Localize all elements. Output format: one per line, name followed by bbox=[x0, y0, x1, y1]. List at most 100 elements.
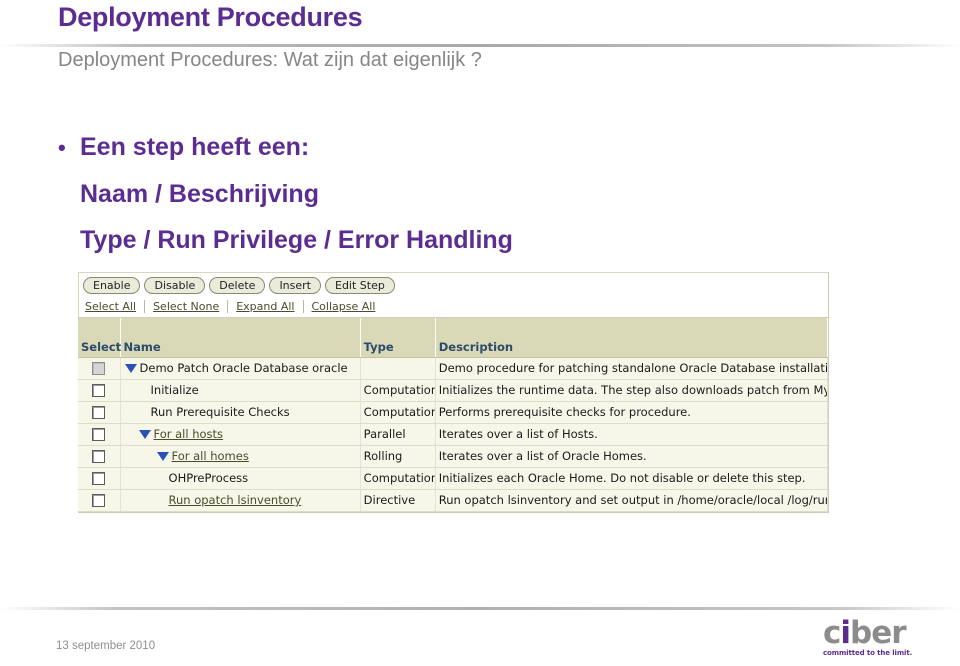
cell-name: Initialize bbox=[120, 379, 361, 402]
cell-select bbox=[78, 423, 121, 446]
cell-description: Iterates over a list of Hosts. bbox=[435, 423, 829, 446]
bullet-list: • Een step heeft een: Naam / Beschrijvin… bbox=[58, 124, 513, 263]
description-text: Iterates over a list of Hosts. bbox=[438, 427, 598, 441]
cell-type: Computational bbox=[360, 401, 436, 424]
enable-button[interactable]: Enable bbox=[83, 276, 141, 294]
name-cell-content: Demo Patch Oracle Database oracle bbox=[124, 361, 357, 375]
table-row: Run Prerequisite Checks ComputationalPerf… bbox=[78, 401, 829, 424]
cell-name: Demo Patch Oracle Database oracle bbox=[120, 357, 361, 380]
bullet-text: Een step heeft een: bbox=[80, 133, 310, 161]
cell-select bbox=[78, 401, 121, 424]
step-name-label: Initialize bbox=[150, 383, 199, 397]
logo-part-c: c bbox=[823, 615, 841, 651]
row-checkbox[interactable] bbox=[92, 494, 106, 507]
column-header-description[interactable]: Description bbox=[435, 318, 829, 358]
step-name-label: OHPreProcess bbox=[168, 471, 249, 485]
row-checkbox bbox=[92, 362, 106, 375]
name-cell-content: Run opatch lsinventory bbox=[124, 493, 357, 507]
cell-select bbox=[78, 467, 121, 490]
name-cell-content: For all homes bbox=[124, 449, 357, 463]
delete-button[interactable]: Delete bbox=[209, 276, 266, 294]
bullet-text: Type / Run Privilege / Error Handling bbox=[80, 226, 513, 254]
cell-description: Initializes each Oracle Home. Do not dis… bbox=[435, 467, 829, 490]
page-subtitle: Deployment Procedures: Wat zijn dat eige… bbox=[58, 49, 482, 71]
oem-screenshot-image: Enable Disable Delete Insert Edit Step S… bbox=[78, 272, 829, 513]
cell-name: Run opatch lsinventory bbox=[120, 489, 361, 512]
step-name-label: Run Prerequisite Checks bbox=[150, 405, 290, 419]
cell-name: OHPreProcess bbox=[120, 467, 361, 490]
list-item: • Een step heeft een: bbox=[58, 124, 513, 171]
table-row: For all hosts Parallel Iterates over a lis… bbox=[78, 423, 829, 446]
cell-name: Run Prerequisite Checks bbox=[120, 401, 361, 424]
logo-wordmark: ciber bbox=[823, 615, 933, 651]
cell-name: For all homes bbox=[120, 445, 361, 468]
table-row: For all homes Rolling Iterates over a list… bbox=[78, 445, 829, 468]
cell-type: Computational bbox=[360, 467, 436, 490]
logo-tagline: committed to the limit. bbox=[823, 649, 913, 657]
name-cell-content: Run Prerequisite Checks bbox=[124, 405, 357, 419]
column-header-type[interactable]: Type bbox=[360, 318, 436, 358]
list-item: Type / Run Privilege / Error Handling bbox=[58, 217, 513, 263]
row-checkbox[interactable] bbox=[92, 384, 106, 397]
bullet-text: Naam / Beschrijving bbox=[80, 180, 319, 208]
edit-step-button[interactable]: Edit Step bbox=[325, 276, 395, 294]
triangle-down-icon[interactable] bbox=[124, 363, 137, 373]
cell-select bbox=[78, 445, 121, 468]
row-checkbox[interactable] bbox=[92, 450, 106, 463]
bullet-dot-icon: • bbox=[58, 135, 66, 160]
oem-toolbar: Enable Disable Delete Insert Edit Step bbox=[78, 272, 828, 296]
disable-button[interactable]: Disable bbox=[144, 276, 206, 294]
table-body: Demo Patch Oracle Database oracle Demo pr… bbox=[78, 357, 829, 512]
expand-all-link[interactable]: Expand All bbox=[228, 300, 302, 313]
procedure-steps-table: Select Name Type Description Demo Patch … bbox=[78, 318, 829, 512]
cell-description: Demo procedure for patching standalone O… bbox=[435, 357, 829, 380]
list-item: Naam / Beschrijving bbox=[58, 171, 513, 217]
footer-date: 13 september 2010 bbox=[56, 640, 156, 652]
row-checkbox[interactable] bbox=[92, 406, 106, 419]
name-cell-content: OHPreProcess bbox=[124, 471, 357, 485]
step-name-label: Demo Patch Oracle Database oracle bbox=[139, 361, 348, 375]
row-checkbox[interactable] bbox=[92, 428, 106, 441]
cell-description: Initializes the runtime data. The step a… bbox=[435, 379, 829, 402]
column-header-name[interactable]: Name bbox=[120, 318, 361, 358]
cell-name: For all hosts bbox=[120, 423, 361, 446]
insert-button[interactable]: Insert bbox=[269, 276, 321, 294]
triangle-down-icon[interactable] bbox=[156, 451, 169, 461]
step-name-link[interactable]: For all hosts bbox=[154, 427, 224, 441]
cell-description: Run opatch lsinventory and set output in… bbox=[435, 489, 829, 512]
description-text: Performs prerequisite checks for procedu… bbox=[438, 405, 691, 419]
name-cell-content: Initialize bbox=[124, 383, 357, 397]
logo-part-i: i bbox=[840, 615, 851, 651]
footer-divider bbox=[0, 607, 960, 610]
row-checkbox[interactable] bbox=[92, 472, 106, 485]
cell-select bbox=[78, 489, 121, 512]
collapse-all-link[interactable]: Collapse All bbox=[304, 300, 384, 313]
triangle-down-icon[interactable] bbox=[138, 429, 151, 439]
logo-part-ber: ber bbox=[850, 615, 907, 651]
description-text: Iterates over a list of Oracle Homes. bbox=[438, 449, 647, 463]
table-row: Initialize ComputationalInitializes the r… bbox=[78, 379, 829, 402]
description-text: Initializes each Oracle Home. Do not dis… bbox=[438, 471, 806, 485]
cell-type: Rolling bbox=[360, 445, 436, 468]
table-row: Demo Patch Oracle Database oracle Demo pr… bbox=[78, 357, 829, 380]
step-name-link[interactable]: Run opatch lsinventory bbox=[169, 493, 302, 507]
table-row: Run opatch lsinventory Directive Run opatc… bbox=[78, 489, 829, 512]
page-title: Deployment Procedures bbox=[58, 2, 363, 32]
step-name-link[interactable]: For all homes bbox=[172, 449, 249, 463]
column-header-select[interactable]: Select bbox=[78, 318, 121, 358]
cell-select bbox=[78, 357, 121, 380]
ciber-logo: ciber committed to the limit. bbox=[823, 615, 933, 658]
cell-type: Parallel bbox=[360, 423, 436, 446]
description-text: Initializes the runtime data. The step a… bbox=[438, 383, 827, 397]
cell-select bbox=[78, 379, 121, 402]
select-all-link[interactable]: Select All bbox=[83, 300, 144, 313]
oem-selection-links: Select All Select None Expand All Collap… bbox=[78, 296, 828, 318]
table-row: OHPreProcess ComputationalInitializes eac… bbox=[78, 467, 829, 490]
cell-type bbox=[360, 357, 436, 380]
cell-description: Iterates over a list of Oracle Homes. bbox=[435, 445, 829, 468]
cell-type: Computational bbox=[360, 379, 436, 402]
cell-description: Performs prerequisite checks for procedu… bbox=[435, 401, 829, 424]
select-none-link[interactable]: Select None bbox=[145, 300, 227, 313]
description-text: Demo procedure for patching standalone O… bbox=[438, 361, 827, 375]
description-text: Run opatch lsinventory and set output in… bbox=[438, 493, 827, 507]
